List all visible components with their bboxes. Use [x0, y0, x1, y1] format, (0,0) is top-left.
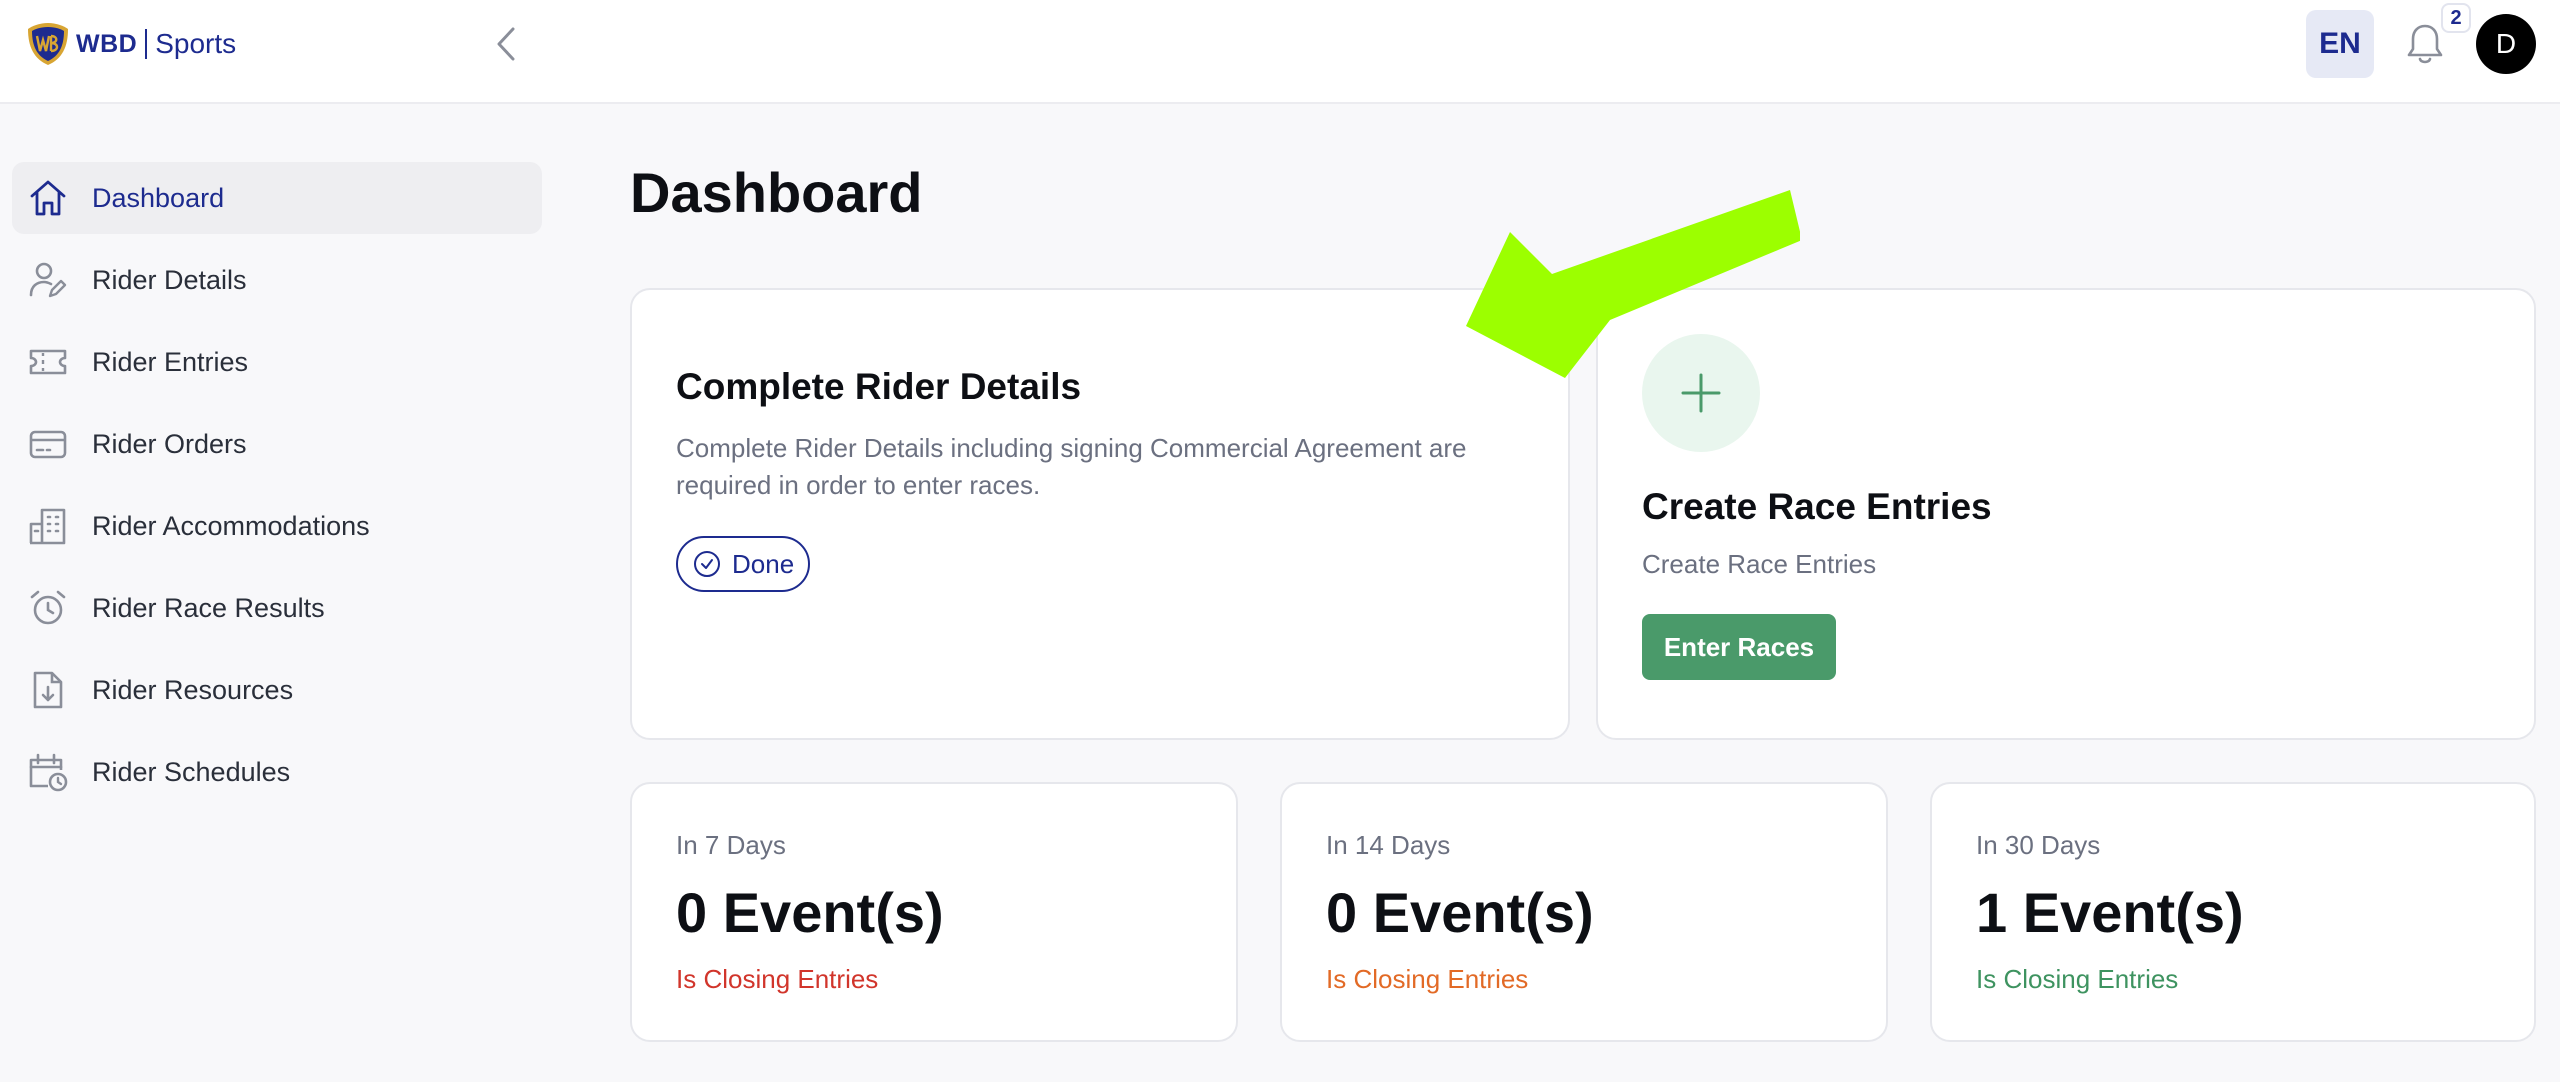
card-title: Complete Rider Details — [676, 366, 1082, 407]
enter-races-button[interactable]: Enter Races — [1642, 614, 1836, 680]
stat-period: In 30 Days — [1976, 830, 2101, 860]
collapse-sidebar-button[interactable] — [486, 22, 526, 66]
sidebar-item-label: Rider Orders — [92, 428, 247, 459]
done-label: Done — [732, 548, 795, 579]
ticket-icon — [26, 340, 70, 384]
sidebar-item-rider-accommodations[interactable]: Rider Accommodations — [12, 490, 542, 562]
sidebar-item-rider-orders[interactable]: Rider Orders — [12, 408, 542, 480]
alarm-clock-icon — [26, 586, 70, 630]
wbd-sports-logo[interactable]: WBD Sports — [26, 20, 236, 68]
calendar-clock-icon — [26, 750, 70, 794]
stat-value: 0 Event(s) — [1326, 881, 1594, 944]
sidebar-item-label: Rider Entries — [92, 346, 249, 377]
home-icon — [26, 176, 70, 220]
stat-card-14-days: In 14 Days 0 Event(s) Is Closing Entries — [1280, 782, 1888, 1042]
stat-subtitle: Is Closing Entries — [676, 964, 879, 994]
user-edit-icon — [26, 258, 70, 302]
stat-card-7-days: In 7 Days 0 Event(s) Is Closing Entries — [630, 782, 1238, 1042]
building-icon — [26, 504, 70, 548]
sidebar-item-rider-entries[interactable]: Rider Entries — [12, 326, 542, 398]
done-status-badge[interactable]: Done — [676, 536, 810, 592]
complete-rider-details-card: Complete Rider Details Complete Rider De… — [630, 288, 1570, 740]
brand-divider — [145, 29, 148, 59]
sidebar-item-label: Rider Race Results — [92, 592, 325, 623]
user-avatar[interactable]: D — [2476, 14, 2536, 74]
wb-shield-icon — [28, 23, 68, 65]
sidebar-item-label: Rider Schedules — [92, 756, 291, 787]
stat-subtitle: Is Closing Entries — [1976, 964, 2179, 994]
sidebar-item-label: Rider Accommodations — [92, 510, 370, 541]
sidebar-item-rider-resources[interactable]: Rider Resources — [12, 654, 542, 726]
brand-sports: Sports — [155, 28, 237, 59]
top-bar: WBD Sports EN 2 D — [0, 0, 2560, 104]
stat-subtitle: Is Closing Entries — [1326, 964, 1529, 994]
brand-wbd: WBD — [76, 29, 138, 58]
card-title: Create Race Entries — [1642, 486, 1992, 527]
stat-period: In 7 Days — [676, 830, 786, 860]
stat-period: In 14 Days — [1326, 830, 1451, 860]
language-button[interactable]: EN — [2306, 10, 2374, 78]
sidebar-item-label: Rider Details — [92, 264, 247, 295]
annotation-arrow-icon — [1466, 190, 1800, 378]
stat-value: 1 Event(s) — [1976, 881, 2244, 944]
sidebar-item-rider-race-results[interactable]: Rider Race Results — [12, 572, 542, 644]
check-circle-icon — [694, 551, 720, 577]
sidebar: Dashboard Rider Details Rider Entries Ri… — [0, 104, 560, 1082]
card-description: Complete Rider Details including signing… — [676, 433, 1467, 500]
sidebar-item-rider-schedules[interactable]: Rider Schedules — [12, 736, 542, 808]
sidebar-item-label: Dashboard — [92, 182, 225, 213]
page-title: Dashboard — [630, 161, 923, 224]
chevron-left-icon — [497, 27, 515, 61]
notification-count-badge: 2 — [2441, 3, 2471, 33]
sidebar-item-dashboard[interactable]: Dashboard — [12, 162, 542, 234]
sidebar-item-label: Rider Resources — [92, 674, 294, 705]
sidebar-item-rider-details[interactable]: Rider Details — [12, 244, 542, 316]
stat-card-30-days: In 30 Days 1 Event(s) Is Closing Entries — [1930, 782, 2536, 1042]
card-description: Create Race Entries — [1642, 549, 1877, 579]
stat-value: 0 Event(s) — [676, 881, 944, 944]
file-download-icon — [26, 668, 70, 712]
credit-card-icon — [26, 422, 70, 466]
